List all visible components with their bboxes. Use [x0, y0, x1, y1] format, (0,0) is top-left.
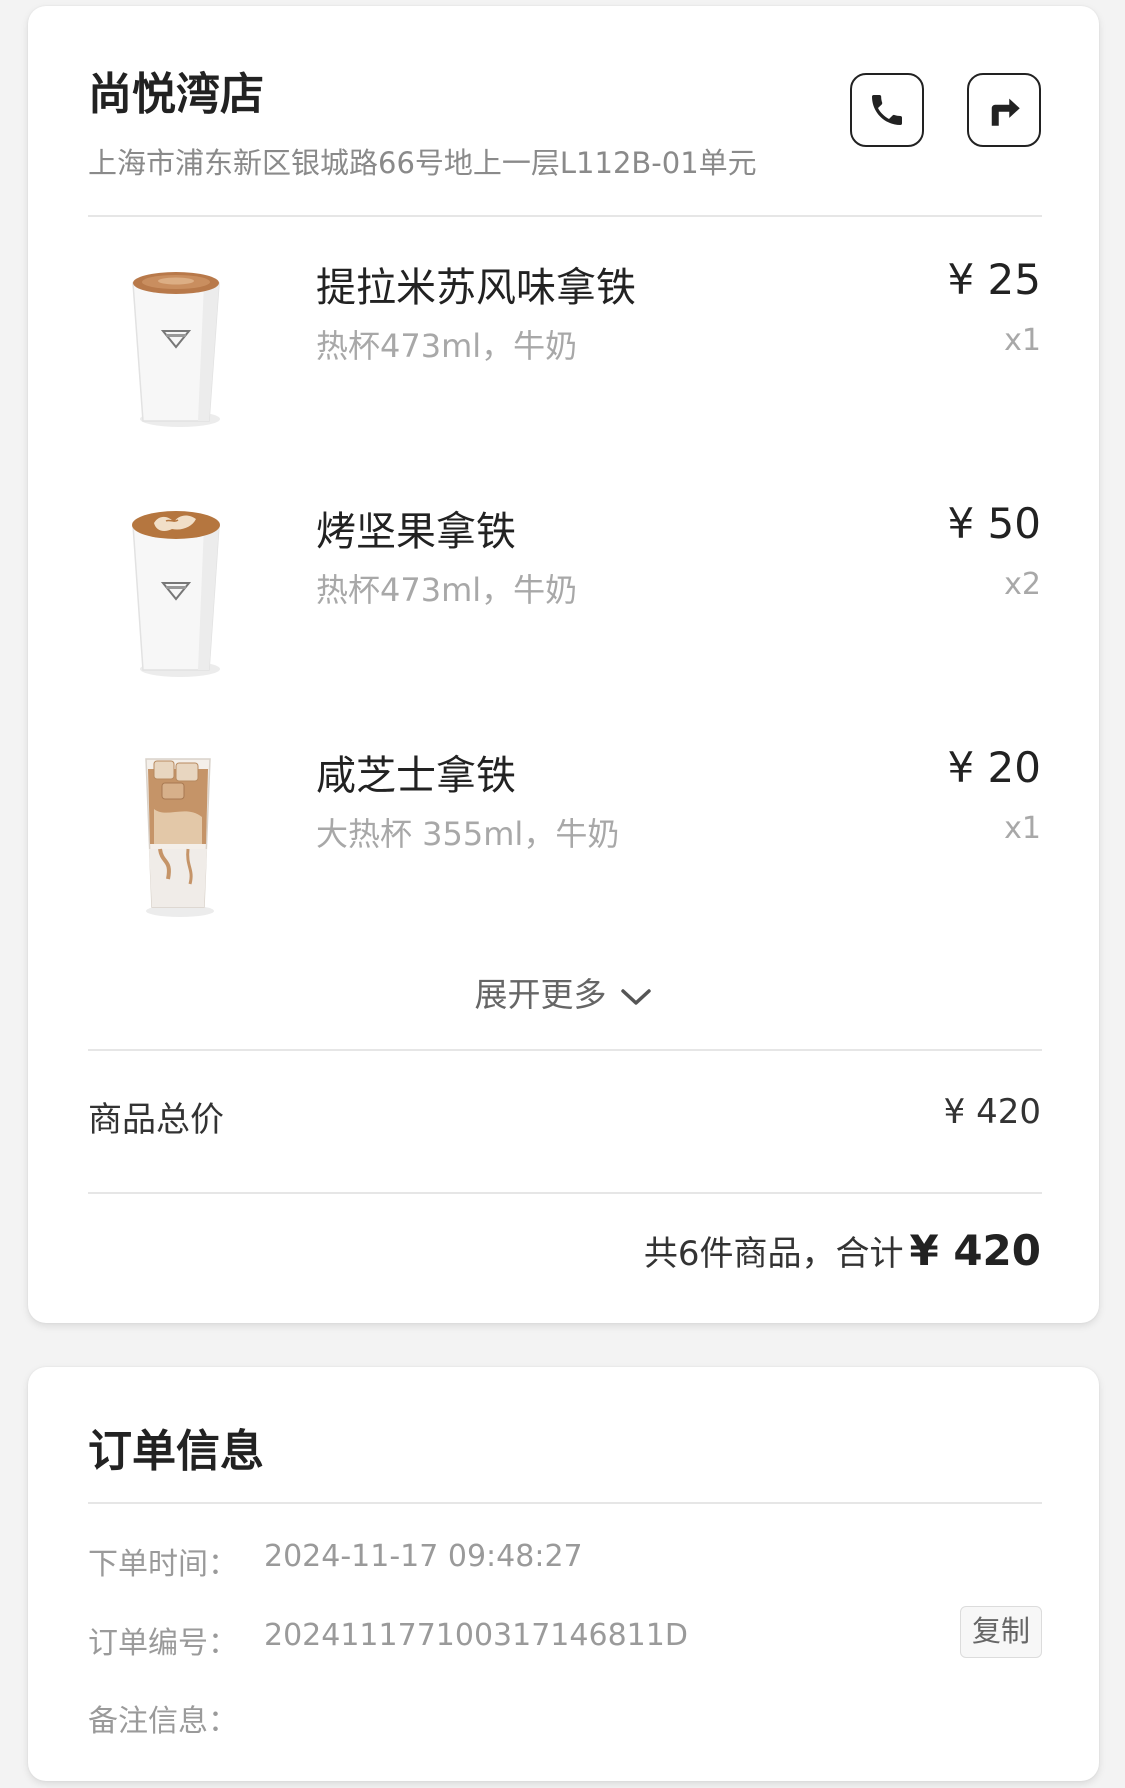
divider — [88, 215, 1042, 217]
expand-more-button[interactable]: 展开更多 — [28, 968, 1099, 1016]
item-spec: 热杯473ml，牛奶 — [316, 571, 578, 609]
item-name: 提拉米苏风味拿铁 — [316, 265, 636, 311]
order-time-label: 下单时间： — [88, 1547, 238, 1582]
order-time-value: 2024-11-17 09:48:27 — [264, 1539, 583, 1574]
subtotal-value: ¥ 420 — [943, 1092, 1041, 1132]
navigate-button[interactable] — [967, 73, 1041, 147]
divider — [88, 1192, 1042, 1194]
order-info-title: 订单信息 — [88, 1426, 264, 1477]
order-number-label: 订单编号： — [88, 1626, 238, 1661]
item-quantity: x1 — [1004, 323, 1041, 358]
subtotal-label: 商品总价 — [88, 1100, 224, 1140]
item-quantity: x1 — [1004, 811, 1041, 846]
order-note-row: 备注信息： — [88, 1696, 1042, 1744]
item-name: 烤坚果拿铁 — [316, 509, 516, 555]
item-price: ¥ 25 — [947, 255, 1041, 304]
chevron-down-icon — [620, 988, 651, 1005]
order-number-row: 订单编号： 202411177100317146811D 复制 — [88, 1606, 1042, 1666]
expand-more-label: 展开更多 — [474, 975, 607, 1014]
order-item[interactable]: 咸芝士拿铁 大热杯 355ml，牛奶 ¥ 20 x1 — [28, 743, 1099, 949]
order-time-row: 下单时间： 2024-11-17 09:48:27 — [88, 1539, 1042, 1587]
total-amount: ¥ 420 — [909, 1226, 1041, 1275]
phone-icon — [872, 95, 902, 125]
order-item[interactable]: 烤坚果拿铁 热杯473ml，牛奶 ¥ 50 x2 — [28, 499, 1099, 705]
iced-latte-image — [145, 758, 214, 917]
directions-icon — [991, 98, 1020, 126]
item-spec: 大热杯 355ml，牛奶 — [316, 815, 620, 853]
item-spec: 热杯473ml，牛奶 — [316, 327, 578, 365]
hot-latte-art-image — [132, 511, 220, 677]
order-total: 共6件商品，合计 ¥ 420 — [644, 1226, 1041, 1275]
store-name: 尚悦湾店 — [88, 69, 264, 120]
order-note-label: 备注信息： — [88, 1704, 238, 1739]
total-prefix: 共6件商品，合计 — [643, 1234, 904, 1274]
copy-order-number-button[interactable]: 复制 — [960, 1606, 1042, 1658]
item-name: 咸芝士拿铁 — [316, 753, 516, 799]
order-item[interactable]: 提拉米苏风味拿铁 热杯473ml，牛奶 ¥ 25 x1 — [28, 255, 1099, 461]
order-number-value: 202411177100317146811D — [264, 1618, 688, 1653]
store-address: 上海市浦东新区银城路66号地上一层L112B-01单元 — [88, 146, 757, 180]
divider — [88, 1049, 1042, 1051]
item-quantity: x2 — [1004, 567, 1041, 602]
hot-latte-image — [132, 272, 220, 427]
order-info-card: 订单信息 下单时间： 2024-11-17 09:48:27 订单编号： 202… — [28, 1367, 1099, 1781]
divider — [88, 1502, 1042, 1504]
store-card: 尚悦湾店 上海市浦东新区银城路66号地上一层L112B-01单元 提拉米苏风味拿… — [28, 6, 1099, 1323]
item-price: ¥ 20 — [947, 743, 1041, 792]
item-price: ¥ 50 — [947, 499, 1041, 548]
call-store-button[interactable] — [850, 73, 924, 147]
